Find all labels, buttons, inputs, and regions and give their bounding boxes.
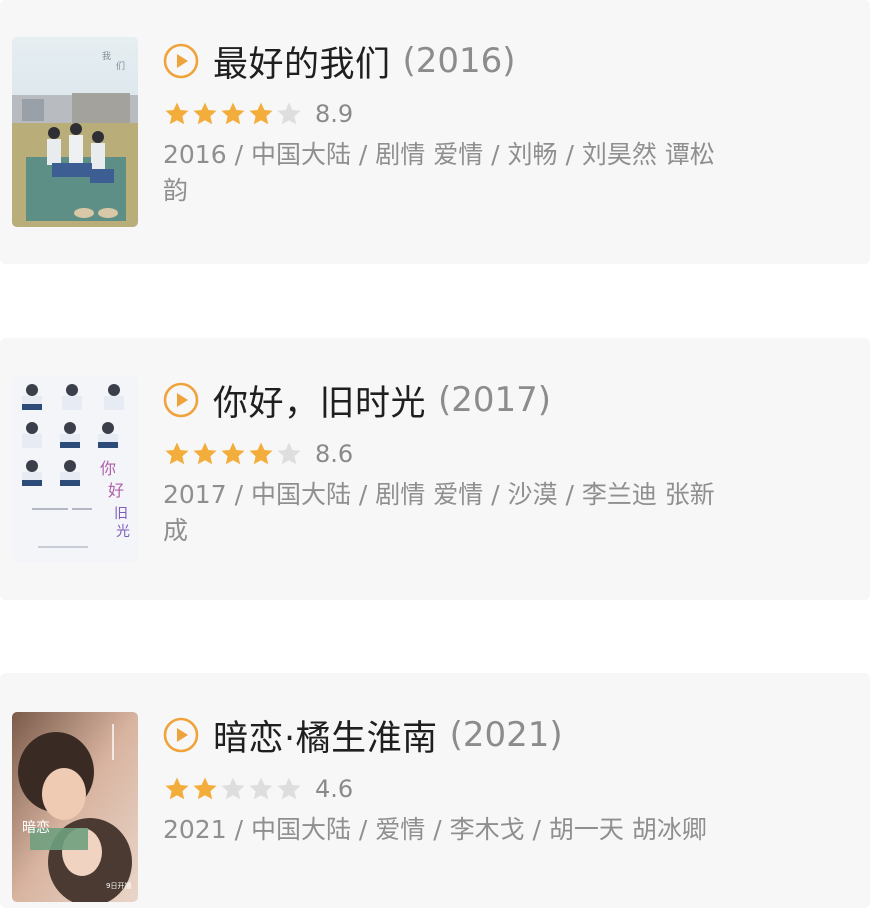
star-filled-icon (165, 102, 189, 125)
svg-text:好: 好 (108, 481, 124, 500)
svg-text:光: 光 (116, 524, 130, 540)
title-row[interactable]: 暗恋·橘生淮南 (2021) (163, 710, 563, 760)
star-filled-icon (193, 442, 217, 465)
svg-text:我: 我 (102, 51, 111, 62)
rating-score: 8.6 (315, 440, 354, 468)
star-empty-icon (277, 102, 301, 125)
movie-title[interactable]: 最好的我们 (213, 36, 391, 87)
title-row[interactable]: 最好的我们 (2016) (163, 36, 516, 86)
star-filled-icon (221, 102, 245, 125)
star-filled-icon (165, 442, 189, 465)
movie-year: (2017) (438, 380, 552, 420)
star-filled-icon (193, 777, 217, 800)
rating-row: 8.9 (163, 96, 353, 132)
star-rating (163, 440, 303, 468)
star-empty-icon (277, 442, 301, 465)
star-filled-icon (221, 442, 245, 465)
movie-result-list: 我 们 最好的我们 (2016) 8.9 2016 / 中国大陆 / 剧情 爱情… (0, 0, 870, 908)
movie-card[interactable]: 你 好 旧 光 你好，旧时光 (2017) 8.6 2017 / 中国大陆 / … (0, 338, 870, 600)
svg-text:暗恋: 暗恋 (22, 819, 50, 836)
svg-text:9日开播: 9日开播 (106, 881, 131, 890)
title-row[interactable]: 你好，旧时光 (2017) (163, 375, 551, 425)
movie-meta: 2017 / 中国大陆 / 剧情 爱情 / 沙漠 / 李兰迪 张新成 (163, 480, 715, 545)
movie-card[interactable]: 我 们 最好的我们 (2016) 8.9 2016 / 中国大陆 / 剧情 爱情… (0, 0, 870, 264)
star-filled-icon (193, 102, 217, 125)
movie-meta: 2016 / 中国大陆 / 剧情 爱情 / 刘畅 / 刘昊然 谭松韵 (163, 140, 715, 205)
rating-row: 4.6 (163, 771, 353, 807)
movie-card[interactable]: 暗恋 9日开播 暗恋·橘生淮南 (2021) 4.6 2021 / 中国大陆 /… (0, 673, 870, 908)
play-circle-icon[interactable] (163, 717, 199, 753)
rating-score: 4.6 (315, 775, 354, 803)
star-empty-icon (249, 777, 273, 800)
play-circle-icon[interactable] (163, 43, 199, 79)
movie-poster[interactable]: 你 好 旧 光 (12, 376, 138, 562)
star-rating (163, 775, 303, 803)
star-empty-icon (277, 777, 301, 800)
star-filled-icon (249, 442, 273, 465)
star-empty-icon (221, 777, 245, 800)
movie-year: (2021) (449, 715, 563, 755)
star-filled-icon (249, 102, 273, 125)
play-circle-icon[interactable] (163, 382, 199, 418)
rating-score: 8.9 (315, 100, 354, 128)
movie-poster[interactable]: 我 们 (12, 37, 138, 227)
movie-year: (2016) (402, 41, 516, 81)
movie-meta: 2021 / 中国大陆 / 爱情 / 李木戈 / 胡一天 胡冰卿 (163, 815, 707, 844)
svg-text:你: 你 (100, 459, 116, 478)
rating-row: 8.6 (163, 436, 353, 472)
movie-title[interactable]: 暗恋·橘生淮南 (213, 710, 438, 761)
svg-text:旧: 旧 (114, 506, 128, 522)
star-rating (163, 100, 303, 128)
movie-title[interactable]: 你好，旧时光 (213, 375, 426, 426)
svg-text:们: 们 (116, 60, 125, 72)
star-filled-icon (165, 777, 189, 800)
movie-poster[interactable]: 暗恋 9日开播 (12, 712, 138, 902)
